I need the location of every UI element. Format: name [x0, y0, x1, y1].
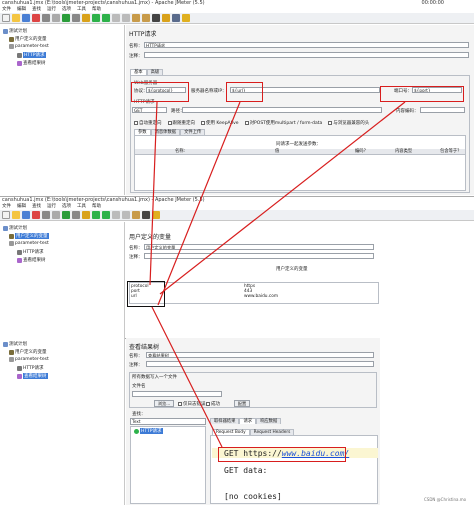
line-result — [151, 306, 223, 448]
line-port — [159, 101, 406, 295]
connector-lines — [149, 101, 406, 448]
line-protocol — [149, 101, 158, 286]
line-url — [157, 101, 241, 306]
